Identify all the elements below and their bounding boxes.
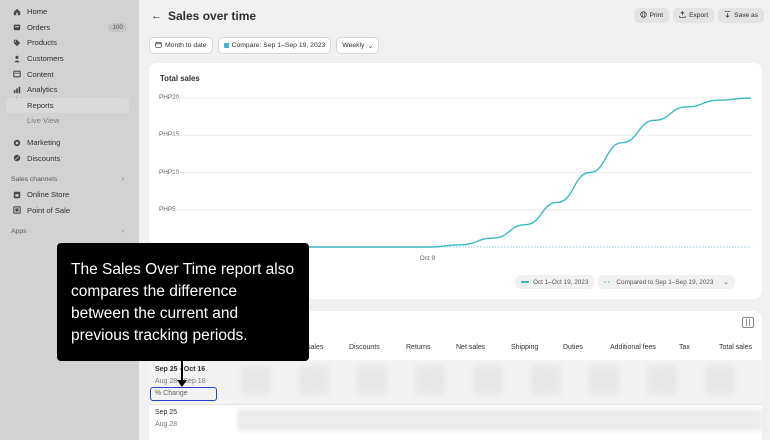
legend-swatch <box>604 281 613 283</box>
column-header[interactable]: Duties <box>563 344 583 351</box>
column-header[interactable]: Shipping <box>511 344 538 351</box>
column-header[interactable]: Additional fees <box>610 344 656 351</box>
sidebar-item-label: Point of Sale <box>27 205 71 215</box>
calendar-icon <box>155 41 162 50</box>
sidebar-item-label: Analytics <box>27 85 58 95</box>
sidebar-item-label: Discounts <box>27 153 61 163</box>
pos-icon <box>12 206 21 215</box>
orders-count-badge: 100 <box>108 22 127 32</box>
date-range-picker[interactable]: Month to date <box>149 37 213 54</box>
print-label: Print <box>649 12 664 19</box>
blurred-values <box>237 409 762 431</box>
sidebar-item-label: Content <box>27 69 54 79</box>
content-icon <box>12 70 21 79</box>
chevron-right-icon: › <box>121 228 124 236</box>
page-header: ← Sales over time Print Export Save as <box>151 6 770 26</box>
sidebar-item-reports[interactable]: Reports <box>6 97 129 114</box>
callout-text: The Sales Over Time report also compares… <box>71 261 295 344</box>
sidebar-item-analytics[interactable]: Analytics <box>0 82 139 98</box>
column-header[interactable]: Discounts <box>349 344 380 351</box>
store-icon <box>12 190 21 199</box>
percent-change-text: % Change <box>155 390 188 397</box>
column-header[interactable]: sales <box>307 344 323 351</box>
save-as-button[interactable]: Save as <box>718 8 764 23</box>
callout-arrowhead <box>177 380 187 387</box>
analytics-icon <box>12 85 21 94</box>
page-title: Sales over time <box>168 9 257 23</box>
tutorial-callout: The Sales Over Time report also compares… <box>57 243 309 361</box>
orders-icon <box>12 23 21 32</box>
sidebar-item-online-store[interactable]: Online Store <box>0 187 139 203</box>
sidebar-item-label: Online Store <box>27 190 70 200</box>
sidebar-item-customers[interactable]: Customers <box>0 51 139 67</box>
compare-period-label: Aug 28 <box>155 421 178 428</box>
legend-label: Compared to Sep 1–Sep 19, 2023 <box>616 278 714 286</box>
globe-icon <box>639 11 647 20</box>
chevron-right-icon: › <box>121 175 124 183</box>
print-button[interactable]: Print <box>633 8 670 23</box>
legend-current[interactable]: Oct 1–Oct 19, 2023 <box>515 275 595 289</box>
sidebar-item-label: Live View <box>27 116 60 126</box>
sidebar-item-products[interactable]: Products <box>0 35 139 51</box>
column-header[interactable]: Total sales <box>719 344 752 351</box>
person-icon <box>12 54 21 63</box>
columns-icon[interactable] <box>742 317 754 328</box>
chevron-down-icon: ⌄ <box>723 279 729 286</box>
column-header[interactable]: Net sales <box>456 344 485 351</box>
main-content: ← Sales over time Print Export Save as M… <box>139 0 770 440</box>
sidebar-item-point-of-sale[interactable]: Point of Sale <box>0 203 139 219</box>
compare-label: Compare: Sep 1–Sep 19, 2023 <box>231 42 326 49</box>
sidebar-item-orders[interactable]: Orders 100 <box>0 20 139 36</box>
column-header[interactable]: Returns <box>406 344 431 351</box>
save-icon <box>724 11 731 20</box>
sidebar-item-live-view[interactable]: Live View <box>0 113 139 129</box>
blurred-values <box>241 366 762 394</box>
sidebar-item-label: Customers <box>27 54 64 64</box>
sidebar-item-label: Reports <box>27 100 54 110</box>
granularity-label: Weekly <box>342 42 365 49</box>
filter-bar: Month to date Compare: Sep 1–Sep 19, 202… <box>149 37 380 54</box>
discount-icon <box>12 154 21 163</box>
sidebar-item-label: Products <box>27 38 57 48</box>
sidebar-item-marketing[interactable]: Marketing <box>0 135 139 151</box>
export-icon <box>679 11 686 20</box>
compare-picker[interactable]: Compare: Sep 1–Sep 19, 2023 <box>217 37 332 54</box>
export-label: Export <box>689 12 709 19</box>
chart-legend: Oct 1–Oct 19, 2023 Compared to Sep 1–Sep… <box>515 275 735 289</box>
date-range-label: Month to date <box>165 42 207 49</box>
sales-channels-header[interactable]: Sales channels › <box>0 172 139 187</box>
save-as-label: Save as <box>734 12 758 19</box>
apps-label: Apps <box>11 228 27 236</box>
legend-label: Oct 1–Oct 19, 2023 <box>533 278 589 286</box>
sidebar-item-content[interactable]: Content <box>0 66 139 82</box>
sales-channels-label: Sales channels <box>11 175 58 183</box>
marketing-icon <box>12 138 21 147</box>
compare-color-swatch <box>223 43 229 48</box>
sidebar-item-discounts[interactable]: Discounts <box>0 150 139 166</box>
period-label: Sep 25 <box>155 409 178 416</box>
apps-header[interactable]: Apps › <box>0 224 139 239</box>
tag-icon <box>12 38 21 47</box>
chevron-down-icon: ⌄ <box>367 42 374 50</box>
sidebar-item-home[interactable]: Home <box>0 4 139 20</box>
column-header[interactable]: Tax <box>679 344 690 351</box>
sidebar: Home Orders 100 Products Customers Conte… <box>0 0 139 440</box>
legend-compare[interactable]: Compared to Sep 1–Sep 19, 2023 ⌄ <box>598 275 735 289</box>
sidebar-item-label: Orders <box>27 22 51 32</box>
back-arrow-icon[interactable]: ← <box>151 10 162 22</box>
percent-change-label[interactable]: % Change <box>150 387 217 401</box>
granularity-select[interactable]: Weekly ⌄ <box>336 37 380 54</box>
sidebar-item-label: Home <box>27 7 48 17</box>
home-icon <box>12 7 21 16</box>
sidebar-item-label: Marketing <box>27 138 61 148</box>
legend-swatch <box>521 281 529 283</box>
export-button[interactable]: Export <box>673 8 715 23</box>
